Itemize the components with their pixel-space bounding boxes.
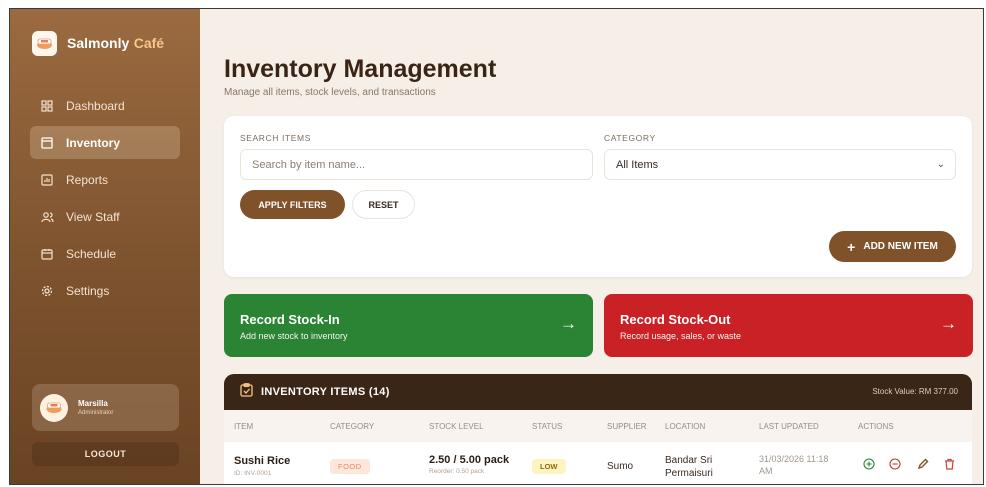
stock-in-subtitle: Add new stock to inventory xyxy=(240,331,348,341)
apply-filters-button[interactable]: APPLY FILTERS xyxy=(240,190,345,219)
column-header: CATEGORY xyxy=(330,422,375,431)
column-header: SUPPLIER xyxy=(607,422,647,431)
page-subtitle: Manage all items, stock levels, and tran… xyxy=(224,87,436,98)
inventory-table-header: INVENTORY ITEMS (14) Stock Value: RM 377… xyxy=(224,374,972,410)
staff-icon xyxy=(40,210,54,224)
item-name: Sushi Rice xyxy=(234,455,291,467)
table-row[interactable]: Sushi Rice ID: INV-0001 FOOD 2.50 / 5.00… xyxy=(224,442,972,484)
reports-icon xyxy=(40,173,54,187)
brand-name: Salmonly xyxy=(67,34,130,51)
location-line: Permaisuri xyxy=(665,468,713,479)
search-input[interactable]: Search by item name... xyxy=(240,149,593,180)
category-badge: FOOD xyxy=(330,459,370,474)
sidebar-item-dashboard[interactable]: Dashboard xyxy=(30,89,180,122)
logo-icon xyxy=(32,31,57,56)
sidebar-item-label: View Staff xyxy=(66,209,120,224)
dashboard-icon xyxy=(40,99,54,113)
record-stock-out-card[interactable]: Record Stock-Out Record usage, sales, or… xyxy=(604,294,973,357)
location-line: Bandar Sri xyxy=(665,455,713,466)
search-label: SEARCH ITEMS xyxy=(240,133,311,143)
record-stock-in-card[interactable]: Record Stock-In Add new stock to invento… xyxy=(224,294,593,357)
supplier: Sumo xyxy=(607,461,634,472)
stock-out-title: Record Stock-Out xyxy=(620,312,731,327)
sidebar-nav: Dashboard Inventory Reports View Staff S… xyxy=(30,89,180,311)
trash-icon[interactable] xyxy=(942,457,956,471)
user-profile-card[interactable]: Marsilla Administrator xyxy=(32,384,179,431)
edit-icon[interactable] xyxy=(916,457,930,471)
gear-icon xyxy=(40,284,54,298)
column-header: STOCK LEVEL xyxy=(429,422,484,431)
sidebar-item-label: Dashboard xyxy=(66,98,125,113)
stock-in-title: Record Stock-In xyxy=(240,312,340,327)
column-header: ACTIONS xyxy=(858,422,894,431)
stock-level: 2.50 / 5.00 pack xyxy=(429,454,510,466)
column-header: ITEM xyxy=(234,422,254,431)
reset-button[interactable]: RESET xyxy=(352,190,415,219)
column-header: LOCATION xyxy=(665,422,706,431)
arrow-right-icon: → xyxy=(940,314,957,333)
sidebar-item-inventory[interactable]: Inventory xyxy=(30,126,180,159)
sidebar: Salmonly Café Dashboard Inventory Report… xyxy=(10,9,200,484)
inventory-table-title: INVENTORY ITEMS (14) xyxy=(261,386,390,398)
stock-out-subtitle: Record usage, sales, or waste xyxy=(620,331,742,341)
user-name: Marsilla xyxy=(78,399,108,408)
main-content: Inventory Management Manage all items, s… xyxy=(200,9,983,484)
status-badge: LOW xyxy=(532,459,566,474)
column-header: LAST UPDATED xyxy=(759,422,819,431)
inventory-icon xyxy=(40,136,54,150)
arrow-right-icon: → xyxy=(560,314,577,333)
sidebar-item-view-staff[interactable]: View Staff xyxy=(30,200,180,233)
plus-icon: + xyxy=(847,238,856,255)
clipboard-icon xyxy=(240,382,253,402)
user-role: Administrator xyxy=(78,410,114,416)
brand-accent: Café xyxy=(133,34,165,51)
item-id: ID: INV-0001 xyxy=(234,470,272,477)
category-value: All Items xyxy=(616,158,659,171)
column-header: STATUS xyxy=(532,422,563,431)
category-select[interactable]: All Items ⌄ xyxy=(604,149,956,180)
add-new-item-label: ADD NEW ITEM xyxy=(863,241,938,252)
remove-stock-icon[interactable] xyxy=(888,457,902,471)
sidebar-item-settings[interactable]: Settings xyxy=(30,274,180,307)
add-new-item-button[interactable]: + ADD NEW ITEM xyxy=(829,231,956,262)
sidebar-item-label: Settings xyxy=(66,283,110,298)
reorder-level: Reorder: 0.50 pack xyxy=(429,468,485,475)
updated-line: 31/03/2026 11:18 xyxy=(759,454,829,464)
table-column-headers: ITEM CATEGORY STOCK LEVEL STATUS SUPPLIE… xyxy=(224,410,972,442)
sidebar-item-reports[interactable]: Reports xyxy=(30,163,180,196)
app-window: Salmonly Café Dashboard Inventory Report… xyxy=(9,8,984,485)
category-label: CATEGORY xyxy=(604,133,656,143)
chevron-down-icon: ⌄ xyxy=(936,159,945,170)
filter-panel: SEARCH ITEMS Search by item name... CATE… xyxy=(224,116,972,277)
updated-line: AM xyxy=(759,465,773,476)
sidebar-item-label: Schedule xyxy=(66,246,117,261)
brand[interactable]: Salmonly Café xyxy=(32,31,164,56)
sidebar-item-schedule[interactable]: Schedule xyxy=(30,237,180,270)
sidebar-item-label: Inventory xyxy=(66,135,121,150)
logout-button[interactable]: LOGOUT xyxy=(32,442,179,466)
calendar-icon xyxy=(40,247,54,261)
sidebar-item-label: Reports xyxy=(66,172,109,187)
add-stock-icon[interactable] xyxy=(862,457,876,471)
avatar xyxy=(40,393,68,422)
page-title: Inventory Management xyxy=(224,55,497,83)
stock-value: Stock Value: RM 377.00 xyxy=(872,387,958,396)
